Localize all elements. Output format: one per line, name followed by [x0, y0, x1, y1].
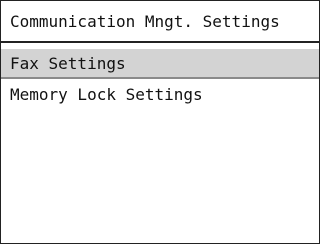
lcd-screen: Communication Mngt. Settings Fax Setting…	[0, 0, 320, 244]
menu-item-memory-lock-settings[interactable]: Memory Lock Settings	[1, 79, 319, 109]
menu-item-label: Memory Lock Settings	[10, 84, 203, 104]
menu-item-label: Fax Settings	[10, 53, 126, 73]
screen-title-bar: Communication Mngt. Settings	[1, 1, 319, 43]
screen-title: Communication Mngt. Settings	[10, 11, 280, 31]
settings-menu-list: Fax Settings Memory Lock Settings	[1, 49, 319, 109]
menu-item-fax-settings[interactable]: Fax Settings	[1, 49, 319, 79]
